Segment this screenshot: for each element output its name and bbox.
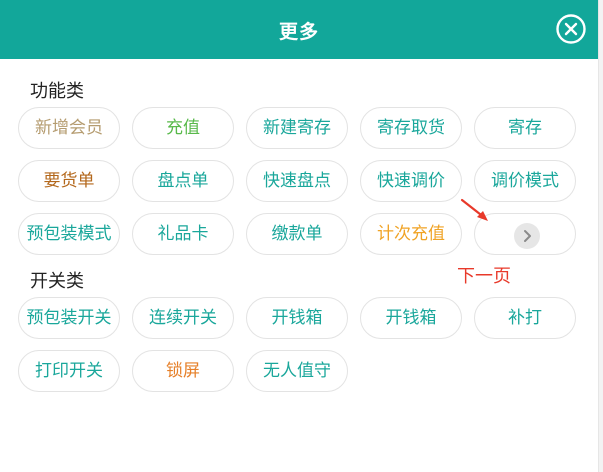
- payment-slip-button[interactable]: 缴款单: [246, 213, 348, 255]
- next-page-circle: [514, 223, 540, 249]
- scroll-edge: [598, 0, 603, 472]
- deposit-pickup-button[interactable]: 寄存取货: [360, 107, 462, 149]
- stocktake-button[interactable]: 盘点单: [132, 160, 234, 202]
- print-switch-button[interactable]: 打印开关: [18, 350, 120, 392]
- close-button[interactable]: [555, 13, 587, 45]
- chevron-right-icon: [524, 230, 531, 242]
- deposit-button[interactable]: 寄存: [474, 107, 576, 149]
- open-cash-drawer-button-2[interactable]: 开钱箱: [360, 297, 462, 339]
- reprint-button[interactable]: 补打: [474, 297, 576, 339]
- close-circle-icon: [556, 14, 586, 44]
- red-arrow-icon: [460, 198, 488, 221]
- requisition-button[interactable]: 要货单: [18, 160, 120, 202]
- add-member-button[interactable]: 新增会员: [18, 107, 120, 149]
- dialog-title: 更多: [278, 21, 319, 43]
- new-deposit-button[interactable]: 新建寄存: [246, 107, 348, 149]
- prepack-switch-button[interactable]: 预包装开关: [18, 297, 120, 339]
- dialog-header: 更多: [0, 0, 598, 59]
- recharge-button[interactable]: 充值: [132, 107, 234, 149]
- quick-price-adjust-button[interactable]: 快速调价: [360, 160, 462, 202]
- quick-stocktake-button[interactable]: 快速盘点: [246, 160, 348, 202]
- continuous-switch-button[interactable]: 连续开关: [132, 297, 234, 339]
- open-cash-drawer-button[interactable]: 开钱箱: [246, 297, 348, 339]
- lock-screen-button[interactable]: 锁屏: [132, 350, 234, 392]
- unattended-button[interactable]: 无人值守: [246, 350, 348, 392]
- prepack-mode-button[interactable]: 预包装模式: [18, 213, 120, 255]
- section-title-functions: 功能类: [30, 81, 84, 102]
- section-title-switches: 开关类: [30, 271, 84, 292]
- next-page-annotation: 下一页: [457, 266, 511, 287]
- count-recharge-button[interactable]: 计次充值: [360, 213, 462, 255]
- gift-card-button[interactable]: 礼品卡: [132, 213, 234, 255]
